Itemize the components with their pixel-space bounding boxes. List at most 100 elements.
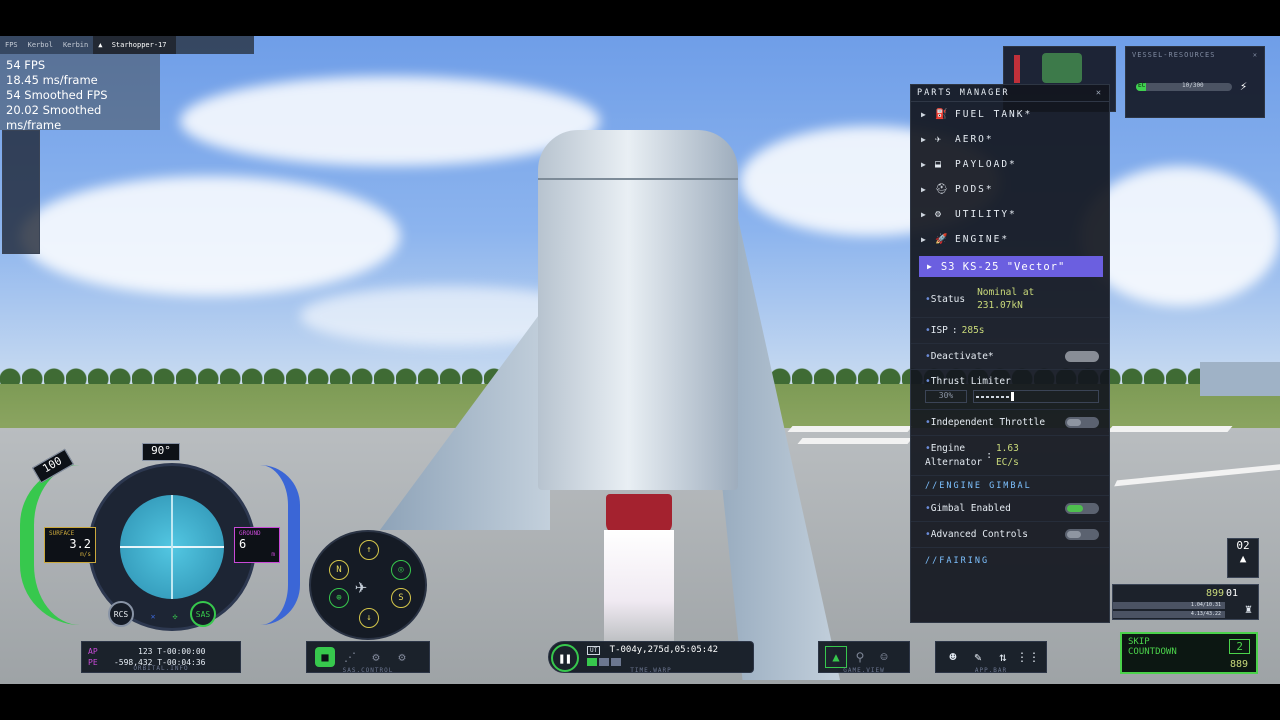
deactivate-row[interactable]: •Deactivate* [911,343,1109,369]
expand-arrow-icon: ▶ [921,135,928,144]
resources-close-icon[interactable]: ✕ [1253,51,1258,59]
altitude-mode: GROUND [239,530,261,537]
sas-normal-button[interactable]: N [329,560,349,580]
staging-icon[interactable]: ⇅ [992,646,1014,668]
advanced-controls-toggle[interactable] [1065,529,1099,540]
sas-lock-icon[interactable]: ■ [315,647,335,667]
category-list: ▶ ⛽ FUEL TANK* ▶ ✈ AERO* ▶ ⬓ PAYLOAD* ▶ ⛑ PODS* ▶ ⚙ UT… [911,102,1109,252]
thrust-limiter-input[interactable]: 30% [925,390,967,403]
sas-control-label: SAS.CONTROL [342,667,394,674]
navball[interactable] [120,495,224,599]
independent-throttle-row[interactable]: •Independent Throttle [911,409,1109,435]
sas-mode-icon[interactable]: ⋰ [339,646,361,668]
gimbal-enabled-toggle[interactable] [1065,503,1099,514]
kerbal-manager-icon[interactable]: ☻ [942,646,964,668]
rcs-button[interactable]: RCS [108,601,134,627]
engine-plume [604,530,674,648]
parts-manager-title: PARTS MANAGER [917,88,1010,98]
retrograde-icon[interactable]: ↓ [359,608,379,628]
ap-label: AP [88,647,98,656]
speed-readout[interactable]: SURFACE 3.2 m/s [44,527,96,563]
app-grid-icon[interactable]: ⋮⋮ [1016,646,1040,668]
staging-panel[interactable]: 899 01 1.04/10.31 4.13/43.22 ♜ [1112,584,1259,620]
parts-manager-panel[interactable]: PARTS MANAGER ✕ ▶ ⛽ FUEL TANK* ▶ ✈ AERO* ▶ ⬓ PAY… [910,84,1110,623]
isp-label: ISP [930,325,948,336]
category-label: FUEL TANK* [955,109,1033,120]
parts-manager-close-icon[interactable]: ✕ [1096,88,1103,98]
engine-icon: 🚀 [935,234,950,245]
isp-row: •ISP : 285s [911,317,1109,343]
sas-settings-icon[interactable]: ⚙ [365,646,387,668]
thrust-limiter-fill [976,396,1014,398]
independent-throttle-toggle[interactable] [1065,417,1099,428]
orbital-info-label: ORBITAL.INFO [133,665,189,672]
warp-rates[interactable] [587,658,621,666]
time-warp-panel[interactable]: ❚❚ UT T-004y,275d,05:05:42 TIME.WARP [548,641,754,674]
status-value-1: Nominal at [977,287,1035,298]
category-pods[interactable]: ▶ ⛑ PODS* [911,177,1109,202]
engine-gimbal-section[interactable]: // ENGINE GIMBAL [911,475,1109,495]
speed-unit: m/s [80,551,91,558]
stage-indicator[interactable]: 02 ▲ [1227,538,1259,578]
wrench-icon[interactable]: ✎ [967,646,989,668]
tab-fps[interactable]: FPS [0,41,23,49]
sas-button[interactable]: SAS [190,601,216,627]
warp-rate-3[interactable] [611,658,621,666]
thrust-limiter-slider[interactable] [973,390,1099,403]
fps-value: 54 FPS [6,58,46,72]
tab-kerbin[interactable]: Kerbin [58,41,93,49]
tab-vessel[interactable]: ▲ Starhopper-17 [93,36,177,54]
ut-label: UT [587,646,601,655]
tab-kerbol[interactable]: Kerbol [23,41,58,49]
lights-icon[interactable]: ✣ [162,603,188,629]
left-toolbar[interactable] [2,130,40,254]
category-aero[interactable]: ▶ ✈ AERO* [911,127,1109,152]
advanced-controls-label: Advanced Controls [930,529,1028,540]
engine-gimbal-title: ENGINE GIMBAL [939,480,1032,491]
fairing-section[interactable]: // FAIRING [911,547,1109,573]
warp-rate-2[interactable] [599,658,609,666]
deactivate-toggle[interactable] [1065,351,1099,362]
mini-vessel-icon [1042,53,1082,83]
category-payload[interactable]: ▶ ⬓ PAYLOAD* [911,152,1109,177]
category-fuel-tank[interactable]: ▶ ⛽ FUEL TANK* [911,102,1109,127]
speed-value: 3.2 [69,537,91,551]
navball-cluster: 90° 100 SURFACE 3.2 m/s GROUND 6 m RCS ✕… [20,443,310,635]
target-icon[interactable]: ◎ [391,560,411,580]
ship-body[interactable] [538,130,738,490]
gimbal-enabled-row[interactable]: •Gimbal Enabled [911,495,1109,521]
selected-part-row[interactable]: ▶ S3 KS-25 "Vector" [919,256,1103,277]
sas-gear-icon[interactable]: ⚙ [391,646,413,668]
category-engine[interactable]: ▶ 🚀 ENGINE* [911,227,1109,252]
alternator-label-2: Alternator [925,456,983,468]
sas-control-bar[interactable]: ■ ⋰ ⚙ ⚙ SAS.CONTROL [306,641,430,674]
game-view-bar[interactable]: ▲ ⚲ ☺ GAME.VIEW [818,641,910,674]
expand-arrow-icon: ▶ [921,235,928,244]
expand-arrow-icon: ▶ [921,210,928,219]
vessel-resources-panel[interactable]: VESSEL-RESOURCES ✕ EC 10/300 ⚡ [1125,46,1265,118]
orbital-info-panel[interactable]: AP 123 T-00:00:00 PE -598,432 T-00:04:36… [81,641,241,673]
utility-icon: ⚙ [935,209,944,220]
engine-nozzle [606,494,672,534]
advanced-controls-row[interactable]: •Advanced Controls [911,521,1109,547]
ap-time: T-00:00:00 [157,647,206,656]
skip-countdown-panel[interactable]: SKIP COUNTDOWN 2 889 [1120,632,1258,674]
expand-arrow-icon: ▶ [927,262,933,271]
tab-vessel-label: Starhopper-17 [111,41,167,49]
flight-view-icon[interactable]: ▲ [825,646,847,668]
category-utility[interactable]: ▶ ⚙ UTILITY* [911,202,1109,227]
ec-value: 10/300 [1182,82,1204,89]
sas-antinormal-button[interactable]: S [391,588,411,608]
alternator-label-1: Engine [930,442,966,454]
kerbal-view-icon[interactable]: ☺ [873,646,895,668]
maneuver-icon[interactable]: ⊕ [329,588,349,608]
prograde-icon[interactable]: ↑ [359,540,379,560]
warp-rate-1[interactable] [587,658,597,666]
map-pin-icon[interactable]: ⚲ [849,646,871,668]
thrust-limiter-row: •Thrust Limiter 30% [911,369,1109,409]
app-bar[interactable]: ☻ ✎ ⇅ ⋮⋮ APP.BAR [935,641,1047,674]
status-value-2: 231.07kN [977,300,1023,311]
stage-bar-2: 4.13/43.22 [1113,611,1225,618]
thrust-limiter-handle[interactable] [1011,392,1015,401]
time-warp-label: TIME.WARP [630,667,672,674]
